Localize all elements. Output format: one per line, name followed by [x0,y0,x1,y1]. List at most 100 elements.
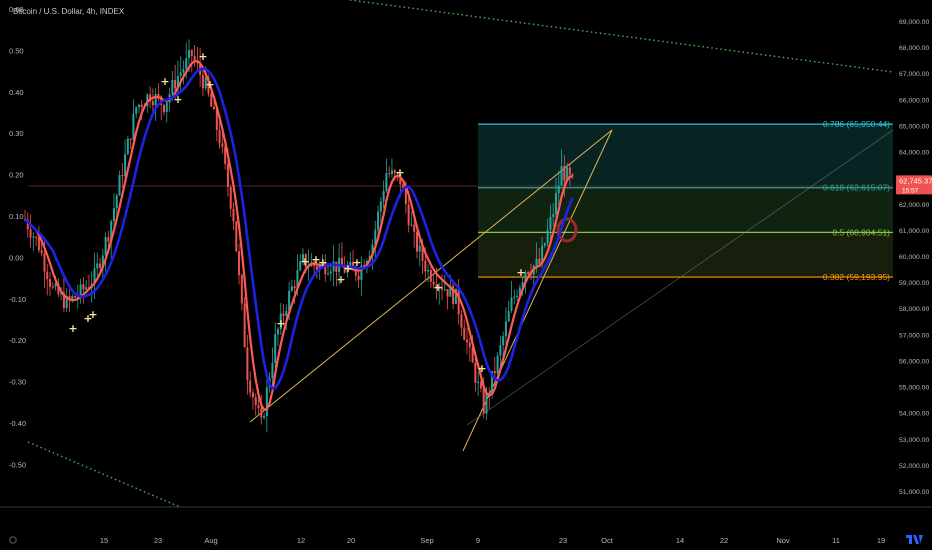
candle-body [516,295,519,297]
candle-body [29,229,32,238]
candle-body [107,237,110,242]
tradingview-logo-icon [906,535,923,544]
candle-body [129,138,132,140]
left-tick-label: 0.00 [9,253,24,262]
candle-body [154,93,157,106]
fib-zone [478,187,893,233]
candle-body [115,195,118,209]
candle-body [329,271,332,274]
candle-body [513,296,516,298]
time-tick-label: 9 [476,536,480,545]
time-tick-label: Sep [420,536,433,545]
time-tick-label: 22 [720,536,728,545]
candle-body [249,380,252,393]
price-tick-label: 62,000.00 [899,202,929,209]
candle-body [226,163,229,188]
time-tick-label: 19 [877,536,885,545]
right-price-axis[interactable]: 69,000.00 68,000.00 67,000.00 66,000.00 65,0… [894,0,932,530]
time-tick-label: 23 [559,536,567,545]
candle-body [460,314,463,328]
candle-body [213,106,216,110]
plus-marker: + [276,317,285,330]
candle-body [413,224,416,232]
left-tick-label: 0.50 [9,46,24,55]
candle-body [543,243,546,246]
left-tick-label: 0.30 [9,129,24,138]
candle-body [251,392,254,398]
candle-body [43,253,46,272]
price-tick-label: 58,000.00 [899,306,929,313]
candle-body [482,388,485,414]
candle-body [35,236,38,238]
candle-body [243,303,246,348]
candle-body [504,321,507,337]
candle-body [332,261,335,272]
candle-body [201,74,204,89]
candle-body [190,50,193,57]
plus-marker: + [516,266,525,279]
price-tick-label: 56,000.00 [899,358,929,365]
price-tick-label: 61,000.00 [899,228,929,235]
left-tick-label: -0.40 [9,419,26,428]
candle-body [485,392,488,414]
fib-label: 0.786 (65,050.44) [823,119,890,129]
candle-body [46,271,49,280]
candle-body [79,284,82,297]
price-tick-label: 54,000.00 [899,411,929,418]
fib-label: 0.618 (62,615.07) [823,183,890,193]
price-tick-label: 66,000.00 [899,97,929,104]
candle-body [238,251,241,276]
candle-body [260,408,263,418]
current-price-badge: 62,745.37 15:57 [896,175,932,195]
price-tick-label: 55,000.00 [899,385,929,392]
candle-body [560,166,563,186]
time-axis[interactable]: 15 23 Aug 12 20 Sep 9 23 Oct 14 22 Nov 11 19 [0,506,932,545]
candle-body [527,271,530,274]
plus-marker: + [395,166,404,179]
candle-body [535,258,538,266]
candle-body [185,58,188,70]
candle-body [538,258,541,264]
price-tick-label: 67,000.00 [899,71,929,78]
candle-body [99,263,102,268]
candle-body [496,355,499,374]
candle-body [235,221,238,252]
candle-body [240,275,243,304]
candle-body [335,261,338,273]
left-oscillator-axis: 0.600.500.400.300.200.100.00-0.10-0.20-0… [9,5,26,469]
candle-body [96,263,99,269]
time-tick-label: 12 [297,536,305,545]
candle-body [552,214,555,217]
price-tick-label: 65,000.00 [899,123,929,130]
fibonacci-retracement[interactable] [478,123,893,278]
left-tick-label: -0.20 [9,336,26,345]
candle-body [418,245,421,252]
candle-body [502,336,505,346]
candle-body [218,130,221,144]
candle-body [424,260,427,272]
price-chart[interactable]: +++++++++ ++++ +++++ 0.786 (65,050.44) 0.61… [0,0,932,550]
candle-body [124,154,127,177]
candle-body [74,296,77,298]
plus-marker: + [88,308,97,321]
candle-body [407,204,410,226]
candle-body [246,347,249,381]
candle-body [507,311,510,322]
plus-marker: + [300,255,309,268]
candle-body [357,275,360,280]
fib-label: 0.5 (60,904.51) [832,227,890,237]
candle-body [126,138,129,155]
chart-title: Bitcoin / U.S. Dollar, 4h, INDEX [13,7,125,16]
plus-marker: + [318,256,327,269]
candle-body [82,284,85,290]
candle-body [229,187,232,209]
gear-icon[interactable] [8,535,18,545]
candle-body [151,101,154,106]
candle-body [557,185,560,194]
left-tick-label: -0.10 [9,295,26,304]
candle-body [188,50,191,59]
time-tick-label: Nov [776,536,790,545]
candle-body [163,105,165,113]
price-tick-label: 53,000.00 [899,437,929,444]
time-tick-label: 15 [100,536,108,545]
